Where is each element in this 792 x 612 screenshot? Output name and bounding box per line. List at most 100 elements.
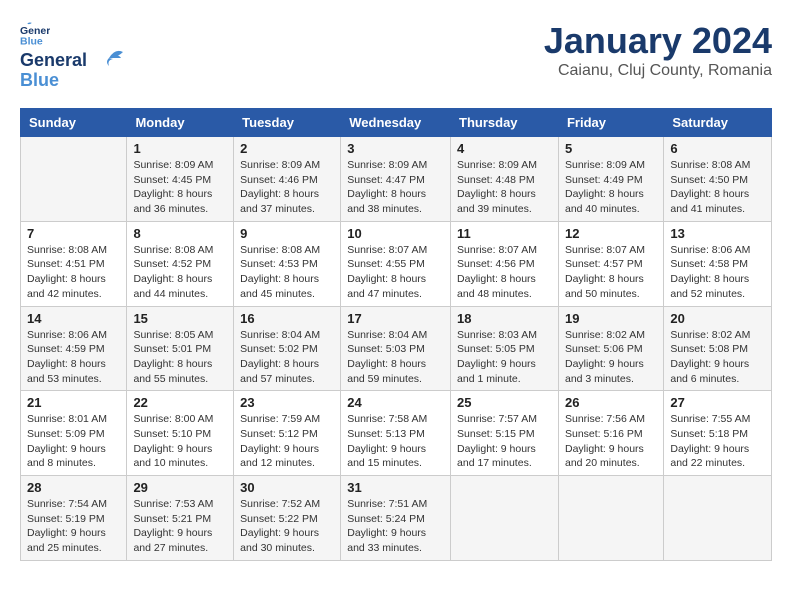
day-detail: Sunrise: 8:09 AM Sunset: 4:49 PM Dayligh… bbox=[565, 158, 657, 217]
day-detail: Sunrise: 7:51 AM Sunset: 5:24 PM Dayligh… bbox=[347, 497, 444, 556]
day-number: 16 bbox=[240, 311, 334, 326]
day-number: 17 bbox=[347, 311, 444, 326]
day-number: 25 bbox=[457, 395, 552, 410]
day-number: 15 bbox=[133, 311, 227, 326]
cell-w1-d5: 12Sunrise: 8:07 AM Sunset: 4:57 PM Dayli… bbox=[558, 221, 663, 306]
day-number: 14 bbox=[27, 311, 120, 326]
cell-w0-d0 bbox=[21, 137, 127, 222]
day-number: 7 bbox=[27, 226, 120, 241]
cell-w3-d0: 21 Sunrise: 8:01 AM Sunset: 5:09 PM Dayli… bbox=[21, 391, 127, 476]
cell-w1-d4: 11Sunrise: 8:07 AM Sunset: 4:56 PM Dayli… bbox=[451, 221, 559, 306]
cell-w0-d6: 6 Sunrise: 8:08 AM Sunset: 4:50 PM Daylig… bbox=[664, 137, 772, 222]
cell-w2-d1: 15Sunrise: 8:05 AM Sunset: 5:01 PM Dayli… bbox=[127, 306, 234, 391]
logo-blue: Blue bbox=[20, 70, 59, 90]
day-detail: Sunrise: 7:53 AM Sunset: 5:21 PM Dayligh… bbox=[133, 497, 227, 556]
cell-w1-d2: 9 Sunrise: 8:08 AM Sunset: 4:53 PM Daylig… bbox=[234, 221, 341, 306]
day-number: 28 bbox=[27, 480, 120, 495]
logo: General Blue General Blue bbox=[20, 20, 105, 92]
day-number: 1 bbox=[133, 141, 227, 156]
cell-w4-d0: 28 Sunrise: 7:54 AM Sunset: 5:19 PM Dayli… bbox=[21, 476, 127, 561]
cell-w4-d1: 29 Sunrise: 7:53 AM Sunset: 5:21 PM Dayli… bbox=[127, 476, 234, 561]
day-detail: Sunrise: 8:06 AM Sunset: 4:59 PM Dayligh… bbox=[27, 328, 120, 387]
col-saturday: Saturday bbox=[664, 109, 772, 137]
col-friday: Friday bbox=[558, 109, 663, 137]
day-detail: Sunrise: 8:08 AM Sunset: 4:53 PM Dayligh… bbox=[240, 243, 334, 302]
col-tuesday: Tuesday bbox=[234, 109, 341, 137]
cell-w2-d3: 17Sunrise: 8:04 AM Sunset: 5:03 PM Dayli… bbox=[341, 306, 451, 391]
cell-w2-d6: 20 Sunrise: 8:02 AM Sunset: 5:08 PM Dayli… bbox=[664, 306, 772, 391]
day-number: 4 bbox=[457, 141, 552, 156]
cell-w2-d2: 16Sunrise: 8:04 AM Sunset: 5:02 PM Dayli… bbox=[234, 306, 341, 391]
day-detail: Sunrise: 8:00 AM Sunset: 5:10 PM Dayligh… bbox=[133, 412, 227, 471]
day-number: 8 bbox=[133, 226, 227, 241]
day-number: 19 bbox=[565, 311, 657, 326]
day-number: 10 bbox=[347, 226, 444, 241]
day-detail: Sunrise: 8:02 AM Sunset: 5:06 PM Dayligh… bbox=[565, 328, 657, 387]
day-number: 21 bbox=[27, 395, 120, 410]
day-number: 9 bbox=[240, 226, 334, 241]
day-detail: Sunrise: 7:57 AM Sunset: 5:15 PM Dayligh… bbox=[457, 412, 552, 471]
week-row-4: 28 Sunrise: 7:54 AM Sunset: 5:19 PM Dayli… bbox=[21, 476, 772, 561]
day-number: 24 bbox=[347, 395, 444, 410]
day-detail: Sunrise: 7:52 AM Sunset: 5:22 PM Dayligh… bbox=[240, 497, 334, 556]
day-number: 6 bbox=[670, 141, 765, 156]
day-number: 3 bbox=[347, 141, 444, 156]
day-detail: Sunrise: 8:08 AM Sunset: 4:50 PM Dayligh… bbox=[670, 158, 765, 217]
col-wednesday: Wednesday bbox=[341, 109, 451, 137]
day-number: 12 bbox=[565, 226, 657, 241]
col-thursday: Thursday bbox=[451, 109, 559, 137]
day-detail: Sunrise: 8:01 AM Sunset: 5:09 PM Dayligh… bbox=[27, 412, 120, 471]
cell-w2-d5: 19 Sunrise: 8:02 AM Sunset: 5:06 PM Dayli… bbox=[558, 306, 663, 391]
day-detail: Sunrise: 8:06 AM Sunset: 4:58 PM Dayligh… bbox=[670, 243, 765, 302]
day-number: 13 bbox=[670, 226, 765, 241]
day-detail: Sunrise: 8:08 AM Sunset: 4:52 PM Dayligh… bbox=[133, 243, 227, 302]
col-monday: Monday bbox=[127, 109, 234, 137]
title-section: January 2024 Caianu, Cluj County, Romani… bbox=[544, 20, 772, 80]
cell-w1-d3: 10 Sunrise: 8:07 AM Sunset: 4:55 PM Dayli… bbox=[341, 221, 451, 306]
calendar-table: Sunday Monday Tuesday Wednesday Thursday… bbox=[20, 108, 772, 561]
day-number: 11 bbox=[457, 226, 552, 241]
day-detail: Sunrise: 7:58 AM Sunset: 5:13 PM Dayligh… bbox=[347, 412, 444, 471]
week-row-1: 7 Sunrise: 8:08 AM Sunset: 4:51 PM Daylig… bbox=[21, 221, 772, 306]
header-row: Sunday Monday Tuesday Wednesday Thursday… bbox=[21, 109, 772, 137]
cell-w3-d2: 23 Sunrise: 7:59 AM Sunset: 5:12 PM Dayli… bbox=[234, 391, 341, 476]
calendar-body: 1 Sunrise: 8:09 AM Sunset: 4:45 PM Daylig… bbox=[21, 137, 772, 561]
day-number: 29 bbox=[133, 480, 227, 495]
cell-w4-d2: 30 Sunrise: 7:52 AM Sunset: 5:22 PM Dayli… bbox=[234, 476, 341, 561]
svg-text:Blue: Blue bbox=[20, 35, 43, 47]
day-detail: Sunrise: 8:08 AM Sunset: 4:51 PM Dayligh… bbox=[27, 243, 120, 302]
cell-w0-d5: 5 Sunrise: 8:09 AM Sunset: 4:49 PM Daylig… bbox=[558, 137, 663, 222]
day-number: 31 bbox=[347, 480, 444, 495]
cell-w0-d4: 4 Sunrise: 8:09 AM Sunset: 4:48 PM Daylig… bbox=[451, 137, 559, 222]
cell-w3-d5: 26Sunrise: 7:56 AM Sunset: 5:16 PM Dayli… bbox=[558, 391, 663, 476]
col-sunday: Sunday bbox=[21, 109, 127, 137]
day-detail: Sunrise: 8:09 AM Sunset: 4:45 PM Dayligh… bbox=[133, 158, 227, 217]
logo-general: General bbox=[20, 50, 87, 70]
cell-w1-d1: 8 Sunrise: 8:08 AM Sunset: 4:52 PM Daylig… bbox=[127, 221, 234, 306]
day-number: 23 bbox=[240, 395, 334, 410]
day-detail: Sunrise: 8:09 AM Sunset: 4:46 PM Dayligh… bbox=[240, 158, 334, 217]
logo-icon: General Blue bbox=[20, 20, 50, 50]
day-number: 2 bbox=[240, 141, 334, 156]
day-detail: Sunrise: 8:02 AM Sunset: 5:08 PM Dayligh… bbox=[670, 328, 765, 387]
bird-icon bbox=[95, 48, 123, 70]
day-number: 30 bbox=[240, 480, 334, 495]
cell-w2-d0: 14 Sunrise: 8:06 AM Sunset: 4:59 PM Dayli… bbox=[21, 306, 127, 391]
day-detail: Sunrise: 8:09 AM Sunset: 4:48 PM Dayligh… bbox=[457, 158, 552, 217]
cell-w3-d6: 27Sunrise: 7:55 AM Sunset: 5:18 PM Dayli… bbox=[664, 391, 772, 476]
day-detail: Sunrise: 7:55 AM Sunset: 5:18 PM Dayligh… bbox=[670, 412, 765, 471]
day-detail: Sunrise: 7:54 AM Sunset: 5:19 PM Dayligh… bbox=[27, 497, 120, 556]
calendar-subtitle: Caianu, Cluj County, Romania bbox=[544, 62, 772, 80]
day-detail: Sunrise: 7:59 AM Sunset: 5:12 PM Dayligh… bbox=[240, 412, 334, 471]
cell-w4-d5 bbox=[558, 476, 663, 561]
day-number: 5 bbox=[565, 141, 657, 156]
cell-w1-d0: 7 Sunrise: 8:08 AM Sunset: 4:51 PM Daylig… bbox=[21, 221, 127, 306]
cell-w1-d6: 13 Sunrise: 8:06 AM Sunset: 4:58 PM Dayli… bbox=[664, 221, 772, 306]
day-detail: Sunrise: 7:56 AM Sunset: 5:16 PM Dayligh… bbox=[565, 412, 657, 471]
week-row-3: 21 Sunrise: 8:01 AM Sunset: 5:09 PM Dayli… bbox=[21, 391, 772, 476]
day-number: 20 bbox=[670, 311, 765, 326]
day-detail: Sunrise: 8:09 AM Sunset: 4:47 PM Dayligh… bbox=[347, 158, 444, 217]
cell-w3-d1: 22Sunrise: 8:00 AM Sunset: 5:10 PM Dayli… bbox=[127, 391, 234, 476]
week-row-0: 1 Sunrise: 8:09 AM Sunset: 4:45 PM Daylig… bbox=[21, 137, 772, 222]
day-detail: Sunrise: 8:07 AM Sunset: 4:55 PM Dayligh… bbox=[347, 243, 444, 302]
